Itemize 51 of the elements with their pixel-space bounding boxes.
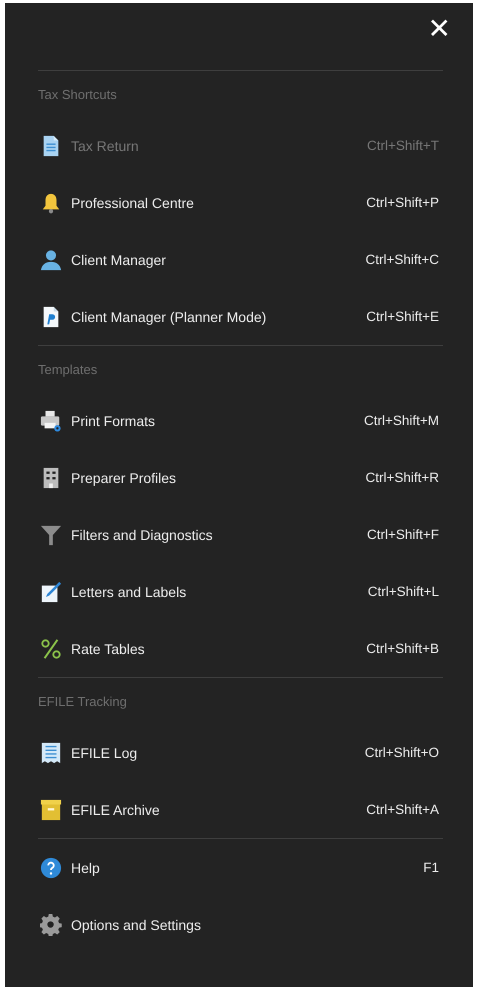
menu-item[interactable]: Letters and Labels Ctrl+Shift+L — [38, 563, 443, 620]
menu-item[interactable]: Help F1 — [38, 839, 443, 896]
bell-icon — [40, 192, 62, 214]
person-icon — [40, 248, 62, 270]
menu-item[interactable]: EFILE Archive Ctrl+Shift+A — [38, 781, 443, 838]
item-label: Professional Centre — [71, 194, 195, 210]
section-header: Tax Shortcuts — [38, 86, 118, 104]
item-label: Client Manager (Planner Mode) — [71, 308, 268, 324]
menu-item[interactable]: Filters and Diagnostics Ctrl+Shift+F — [38, 506, 443, 563]
menu-item[interactable]: EFILE Log Ctrl+Shift+O — [38, 724, 443, 781]
item-label: Client Manager — [71, 252, 167, 268]
help-icon — [40, 856, 62, 878]
box-icon — [40, 798, 62, 820]
section-header: Templates — [38, 361, 98, 379]
shortcut-label: F1 — [423, 860, 439, 875]
percent-icon — [40, 638, 62, 660]
shortcut-label: Ctrl+Shift+O — [364, 745, 439, 760]
section-header: EFILE Tracking — [38, 693, 128, 711]
receipt-icon — [40, 742, 62, 764]
item-label: Letters and Labels — [71, 584, 188, 600]
menu-item[interactable]: Rate Tables Ctrl+Shift+B — [38, 620, 443, 677]
shortcut-label: Ctrl+Shift+B — [366, 641, 439, 656]
shortcut-label: Ctrl+Shift+M — [364, 413, 439, 428]
shortcut-label: Ctrl+Shift+R — [365, 470, 439, 485]
item-label: EFILE Archive — [71, 802, 161, 818]
settings-icon — [40, 914, 62, 936]
shortcut-label: Ctrl+Shift+T — [366, 138, 439, 153]
item-label: Help — [71, 860, 101, 876]
item-label: EFILE Log — [71, 744, 138, 760]
shortcut-label: Ctrl+Shift+A — [366, 802, 439, 817]
funnel-icon — [40, 524, 62, 546]
printer-icon — [40, 410, 62, 432]
shortcut-label: Ctrl+Shift+C — [365, 252, 439, 267]
menu-item[interactable]: Professional Centre Ctrl+Shift+P — [38, 174, 443, 231]
item-label: Preparer Profiles — [71, 470, 178, 486]
menu-item[interactable]: Print Formats Ctrl+Shift+M — [38, 392, 443, 449]
shortcut-label: Ctrl+Shift+E — [366, 309, 439, 324]
menu-item[interactable]: Client Manager (Planner Mode) Ctrl+Shift+E — [38, 288, 443, 345]
menu-item[interactable]: Client Manager Ctrl+Shift+C — [38, 231, 443, 288]
item-label: Tax Return — [71, 138, 140, 154]
pencil-icon — [40, 580, 62, 602]
item-label: Rate Tables — [71, 640, 146, 656]
close-button[interactable]: ✕ — [424, 12, 455, 46]
shortcut-label: Ctrl+Shift+P — [366, 195, 439, 210]
item-label: Options and Settings — [71, 916, 202, 932]
item-label: Filters and Diagnostics — [71, 526, 214, 542]
shortcut-label: Ctrl+Shift+F — [366, 527, 439, 542]
shortcut-label: Ctrl+Shift+L — [368, 584, 439, 599]
menu-item[interactable]: Options and Settings — [38, 896, 443, 953]
menu-item[interactable]: Preparer Profiles Ctrl+Shift+R — [38, 449, 443, 506]
item-label: Print Formats — [71, 412, 156, 428]
